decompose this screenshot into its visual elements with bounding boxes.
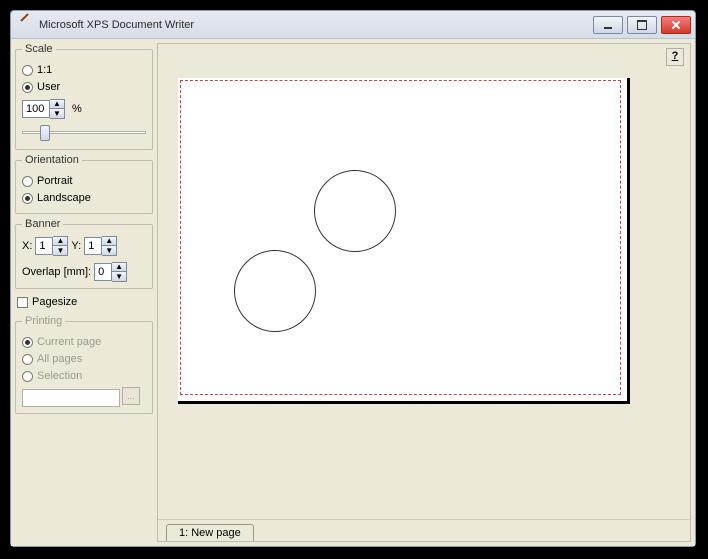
scale-value-row: ▲ ▼ % [22, 99, 146, 119]
scale-1-1-radio[interactable]: 1:1 [22, 62, 146, 78]
banner-y-arrows: ▲ ▼ [102, 236, 117, 256]
orientation-group: Orientation Portrait Landscape [15, 154, 153, 214]
radio-icon [22, 82, 33, 93]
scale-up-button[interactable]: ▲ [50, 100, 64, 109]
window-title: Microsoft XPS Document Writer [39, 19, 593, 31]
radio-icon [22, 371, 33, 382]
radio-icon [22, 337, 33, 348]
banner-y-label: Y: [71, 240, 81, 252]
scale-down-button[interactable]: ▼ [50, 109, 64, 118]
printing-path-input [22, 389, 120, 407]
printing-legend: Printing [22, 315, 65, 327]
printing-current-label: Current page [37, 336, 101, 348]
slider-thumb[interactable] [40, 125, 50, 141]
scale-slider[interactable] [22, 123, 146, 143]
scale-input[interactable] [22, 100, 50, 118]
banner-y-spin: ▲ ▼ [84, 236, 117, 256]
tab-page-1[interactable]: 1: New page [166, 524, 254, 541]
pagesize-label: Pagesize [32, 296, 77, 308]
checkbox-icon [17, 297, 28, 308]
banner-group: Banner X: ▲ ▼ Y: ▲ [15, 218, 153, 289]
drawing-circle [234, 250, 316, 332]
printing-group: Printing Current page All pages Selectio… [15, 315, 153, 414]
preview-panel: ? 1: New page [157, 43, 691, 542]
drawing-circle [314, 170, 396, 252]
printing-all-radio: All pages [22, 351, 146, 367]
scale-group: Scale 1:1 User ▲ ▼ [15, 43, 153, 150]
close-button[interactable] [661, 16, 691, 34]
banner-legend: Banner [22, 218, 63, 230]
banner-x-spin: ▲ ▼ [35, 236, 68, 256]
printing-all-label: All pages [37, 353, 82, 365]
radio-icon [22, 176, 33, 187]
printing-current-radio: Current page [22, 334, 146, 350]
banner-x-label: X: [22, 240, 32, 252]
banner-x-input[interactable] [35, 237, 53, 255]
banner-overlap-input[interactable] [94, 263, 112, 281]
maximize-button[interactable] [627, 16, 657, 34]
banner-y-input[interactable] [84, 237, 102, 255]
scale-spinner-arrows: ▲ ▼ [50, 99, 65, 119]
banner-y-down-button[interactable]: ▼ [102, 246, 116, 255]
orientation-landscape-label: Landscape [37, 192, 91, 204]
browse-button: ... [122, 387, 140, 405]
page-preview [178, 78, 630, 404]
body: Scale 1:1 User ▲ ▼ [11, 39, 695, 546]
banner-overlap-label: Overlap [mm]: [22, 266, 91, 278]
canvas-area [158, 44, 690, 519]
banner-x-up-button[interactable]: ▲ [53, 237, 67, 246]
banner-overlap-arrows: ▲ ▼ [112, 262, 127, 282]
dialog-window: Microsoft XPS Document Writer Scale 1:1 … [10, 10, 696, 547]
scale-percent-label: % [72, 103, 82, 115]
minimize-button[interactable] [593, 16, 623, 34]
radio-icon [22, 193, 33, 204]
scale-user-label: User [37, 81, 60, 93]
printing-selection-label: Selection [37, 370, 82, 382]
scale-spin: ▲ ▼ [22, 99, 65, 119]
window-buttons [593, 16, 691, 34]
scale-1-1-label: 1:1 [37, 64, 52, 76]
radio-icon [22, 65, 33, 76]
titlebar[interactable]: Microsoft XPS Document Writer [11, 11, 695, 39]
orientation-portrait-label: Portrait [37, 175, 72, 187]
orientation-landscape-radio[interactable]: Landscape [22, 190, 146, 206]
printing-path-row: ... [22, 385, 146, 407]
banner-overlap-row: Overlap [mm]: ▲ ▼ [22, 262, 146, 282]
banner-x-arrows: ▲ ▼ [53, 236, 68, 256]
scale-user-radio[interactable]: User [22, 79, 146, 95]
orientation-legend: Orientation [22, 154, 82, 166]
banner-y-up-button[interactable]: ▲ [102, 237, 116, 246]
pagesize-checkbox[interactable]: Pagesize [15, 294, 153, 310]
orientation-portrait-radio[interactable]: Portrait [22, 173, 146, 189]
scale-legend: Scale [22, 43, 56, 55]
banner-overlap-up-button[interactable]: ▲ [112, 263, 126, 272]
banner-overlap-spin: ▲ ▼ [94, 262, 127, 282]
brush-icon [19, 18, 33, 32]
banner-xy-row: X: ▲ ▼ Y: ▲ ▼ [22, 236, 146, 256]
printing-selection-radio: Selection [22, 368, 146, 384]
tabstrip: 1: New page [158, 519, 690, 541]
radio-icon [22, 354, 33, 365]
banner-overlap-down-button[interactable]: ▼ [112, 272, 126, 281]
sidebar: Scale 1:1 User ▲ ▼ [15, 43, 153, 542]
banner-x-down-button[interactable]: ▼ [53, 246, 67, 255]
